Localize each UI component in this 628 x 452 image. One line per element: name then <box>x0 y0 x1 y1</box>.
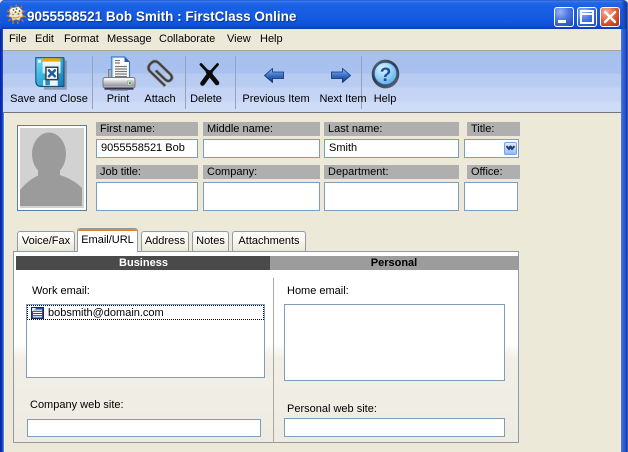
svg-text:?: ? <box>380 65 392 86</box>
